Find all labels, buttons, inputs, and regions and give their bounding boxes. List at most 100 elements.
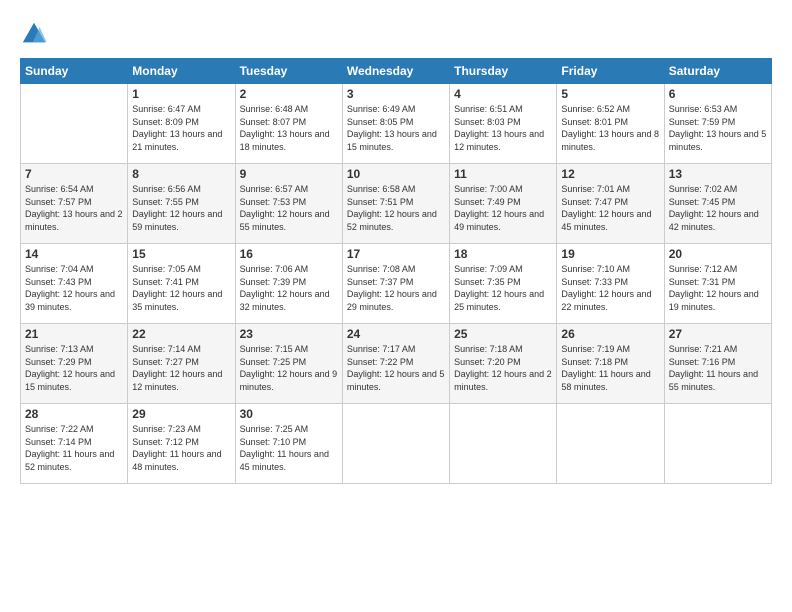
day-number: 19 xyxy=(561,247,659,261)
day-number: 20 xyxy=(669,247,767,261)
weekday-header: Wednesday xyxy=(342,59,449,84)
weekday-header: Thursday xyxy=(450,59,557,84)
day-number: 17 xyxy=(347,247,445,261)
calendar-cell: 5 Sunrise: 6:52 AM Sunset: 8:01 PM Daylig… xyxy=(557,84,664,164)
cell-info: Sunrise: 6:57 AM Sunset: 7:53 PM Dayligh… xyxy=(240,183,338,233)
day-number: 15 xyxy=(132,247,230,261)
day-number: 14 xyxy=(25,247,123,261)
calendar-cell: 16Sunrise: 7:06 AM Sunset: 7:39 PM Dayli… xyxy=(235,244,342,324)
cell-info: Sunrise: 7:08 AM Sunset: 7:37 PM Dayligh… xyxy=(347,263,445,313)
weekday-header: Saturday xyxy=(664,59,771,84)
calendar-cell: 24 Sunrise: 7:17 AM Sunset: 7:22 PM Dayli… xyxy=(342,324,449,404)
cell-info: Sunrise: 6:56 AM Sunset: 7:55 PM Dayligh… xyxy=(132,183,230,233)
calendar-cell: 6 Sunrise: 6:53 AM Sunset: 7:59 PM Daylig… xyxy=(664,84,771,164)
calendar-cell xyxy=(21,84,128,164)
calendar-cell: 30 Sunrise: 7:25 AM Sunset: 7:10 PM Dayli… xyxy=(235,404,342,484)
calendar-cell: 4 Sunrise: 6:51 AM Sunset: 8:03 PM Daylig… xyxy=(450,84,557,164)
calendar-cell: 28Sunrise: 7:22 AM Sunset: 7:14 PM Dayli… xyxy=(21,404,128,484)
cell-info: Sunrise: 6:54 AM Sunset: 7:57 PM Dayligh… xyxy=(25,183,123,233)
logo xyxy=(20,20,50,48)
calendar-cell: 1Sunrise: 6:47 AM Sunset: 8:09 PM Daylig… xyxy=(128,84,235,164)
day-number: 13 xyxy=(669,167,767,181)
cell-info: Sunrise: 6:47 AM Sunset: 8:09 PM Dayligh… xyxy=(132,103,230,153)
day-number: 16 xyxy=(240,247,338,261)
cell-info: Sunrise: 6:53 AM Sunset: 7:59 PM Dayligh… xyxy=(669,103,767,153)
weekday-header: Tuesday xyxy=(235,59,342,84)
day-number: 25 xyxy=(454,327,552,341)
calendar-week-row: 7 Sunrise: 6:54 AM Sunset: 7:57 PM Daylig… xyxy=(21,164,772,244)
calendar-cell: 12 Sunrise: 7:01 AM Sunset: 7:47 PM Dayli… xyxy=(557,164,664,244)
day-number: 9 xyxy=(240,167,338,181)
day-number: 5 xyxy=(561,87,659,101)
cell-info: Sunrise: 7:15 AM Sunset: 7:25 PM Dayligh… xyxy=(240,343,338,393)
calendar-cell: 18Sunrise: 7:09 AM Sunset: 7:35 PM Dayli… xyxy=(450,244,557,324)
cell-info: Sunrise: 7:12 AM Sunset: 7:31 PM Dayligh… xyxy=(669,263,767,313)
cell-info: Sunrise: 7:00 AM Sunset: 7:49 PM Dayligh… xyxy=(454,183,552,233)
header xyxy=(20,16,772,48)
cell-info: Sunrise: 7:19 AM Sunset: 7:18 PM Dayligh… xyxy=(561,343,659,393)
weekday-header: Friday xyxy=(557,59,664,84)
day-number: 23 xyxy=(240,327,338,341)
calendar-week-row: 1Sunrise: 6:47 AM Sunset: 8:09 PM Daylig… xyxy=(21,84,772,164)
calendar-cell: 10Sunrise: 6:58 AM Sunset: 7:51 PM Dayli… xyxy=(342,164,449,244)
calendar-cell xyxy=(557,404,664,484)
cell-info: Sunrise: 6:58 AM Sunset: 7:51 PM Dayligh… xyxy=(347,183,445,233)
day-number: 29 xyxy=(132,407,230,421)
calendar-week-row: 14 Sunrise: 7:04 AM Sunset: 7:43 PM Dayli… xyxy=(21,244,772,324)
weekday-header: Sunday xyxy=(21,59,128,84)
calendar-cell: 11 Sunrise: 7:00 AM Sunset: 7:49 PM Dayli… xyxy=(450,164,557,244)
calendar-cell: 3Sunrise: 6:49 AM Sunset: 8:05 PM Daylig… xyxy=(342,84,449,164)
cell-info: Sunrise: 7:14 AM Sunset: 7:27 PM Dayligh… xyxy=(132,343,230,393)
day-number: 7 xyxy=(25,167,123,181)
cell-info: Sunrise: 7:09 AM Sunset: 7:35 PM Dayligh… xyxy=(454,263,552,313)
cell-info: Sunrise: 7:21 AM Sunset: 7:16 PM Dayligh… xyxy=(669,343,767,393)
calendar-cell: 7 Sunrise: 6:54 AM Sunset: 7:57 PM Daylig… xyxy=(21,164,128,244)
calendar-cell: 17 Sunrise: 7:08 AM Sunset: 7:37 PM Dayli… xyxy=(342,244,449,324)
calendar-cell: 20 Sunrise: 7:12 AM Sunset: 7:31 PM Dayli… xyxy=(664,244,771,324)
day-number: 21 xyxy=(25,327,123,341)
calendar-cell: 23 Sunrise: 7:15 AM Sunset: 7:25 PM Dayli… xyxy=(235,324,342,404)
logo-icon xyxy=(20,20,48,48)
day-number: 28 xyxy=(25,407,123,421)
cell-info: Sunrise: 7:23 AM Sunset: 7:12 PM Dayligh… xyxy=(132,423,230,473)
calendar-cell: 25 Sunrise: 7:18 AM Sunset: 7:20 PM Dayli… xyxy=(450,324,557,404)
calendar-cell: 26Sunrise: 7:19 AM Sunset: 7:18 PM Dayli… xyxy=(557,324,664,404)
cell-info: Sunrise: 6:48 AM Sunset: 8:07 PM Dayligh… xyxy=(240,103,338,153)
calendar-week-row: 28Sunrise: 7:22 AM Sunset: 7:14 PM Dayli… xyxy=(21,404,772,484)
cell-info: Sunrise: 6:52 AM Sunset: 8:01 PM Dayligh… xyxy=(561,103,659,153)
day-number: 11 xyxy=(454,167,552,181)
cell-info: Sunrise: 7:10 AM Sunset: 7:33 PM Dayligh… xyxy=(561,263,659,313)
day-number: 12 xyxy=(561,167,659,181)
calendar-cell: 8 Sunrise: 6:56 AM Sunset: 7:55 PM Daylig… xyxy=(128,164,235,244)
calendar-cell: 29 Sunrise: 7:23 AM Sunset: 7:12 PM Dayli… xyxy=(128,404,235,484)
cell-info: Sunrise: 7:05 AM Sunset: 7:41 PM Dayligh… xyxy=(132,263,230,313)
cell-info: Sunrise: 7:25 AM Sunset: 7:10 PM Dayligh… xyxy=(240,423,338,473)
day-number: 30 xyxy=(240,407,338,421)
cell-info: Sunrise: 7:18 AM Sunset: 7:20 PM Dayligh… xyxy=(454,343,552,393)
cell-info: Sunrise: 6:51 AM Sunset: 8:03 PM Dayligh… xyxy=(454,103,552,153)
cell-info: Sunrise: 7:02 AM Sunset: 7:45 PM Dayligh… xyxy=(669,183,767,233)
calendar-header-row: SundayMondayTuesdayWednesdayThursdayFrid… xyxy=(21,59,772,84)
calendar-cell: 27 Sunrise: 7:21 AM Sunset: 7:16 PM Dayli… xyxy=(664,324,771,404)
calendar-cell: 9 Sunrise: 6:57 AM Sunset: 7:53 PM Daylig… xyxy=(235,164,342,244)
cell-info: Sunrise: 7:17 AM Sunset: 7:22 PM Dayligh… xyxy=(347,343,445,393)
calendar-cell: 2 Sunrise: 6:48 AM Sunset: 8:07 PM Daylig… xyxy=(235,84,342,164)
day-number: 24 xyxy=(347,327,445,341)
cell-info: Sunrise: 7:13 AM Sunset: 7:29 PM Dayligh… xyxy=(25,343,123,393)
calendar-cell xyxy=(342,404,449,484)
day-number: 8 xyxy=(132,167,230,181)
day-number: 4 xyxy=(454,87,552,101)
cell-info: Sunrise: 7:04 AM Sunset: 7:43 PM Dayligh… xyxy=(25,263,123,313)
weekday-header: Monday xyxy=(128,59,235,84)
calendar-cell: 14 Sunrise: 7:04 AM Sunset: 7:43 PM Dayli… xyxy=(21,244,128,324)
calendar-cell: 15 Sunrise: 7:05 AM Sunset: 7:41 PM Dayli… xyxy=(128,244,235,324)
cell-info: Sunrise: 7:01 AM Sunset: 7:47 PM Dayligh… xyxy=(561,183,659,233)
day-number: 27 xyxy=(669,327,767,341)
calendar: SundayMondayTuesdayWednesdayThursdayFrid… xyxy=(20,58,772,484)
day-number: 6 xyxy=(669,87,767,101)
calendar-cell: 22 Sunrise: 7:14 AM Sunset: 7:27 PM Dayli… xyxy=(128,324,235,404)
day-number: 22 xyxy=(132,327,230,341)
day-number: 2 xyxy=(240,87,338,101)
day-number: 3 xyxy=(347,87,445,101)
page: SundayMondayTuesdayWednesdayThursdayFrid… xyxy=(0,0,792,612)
